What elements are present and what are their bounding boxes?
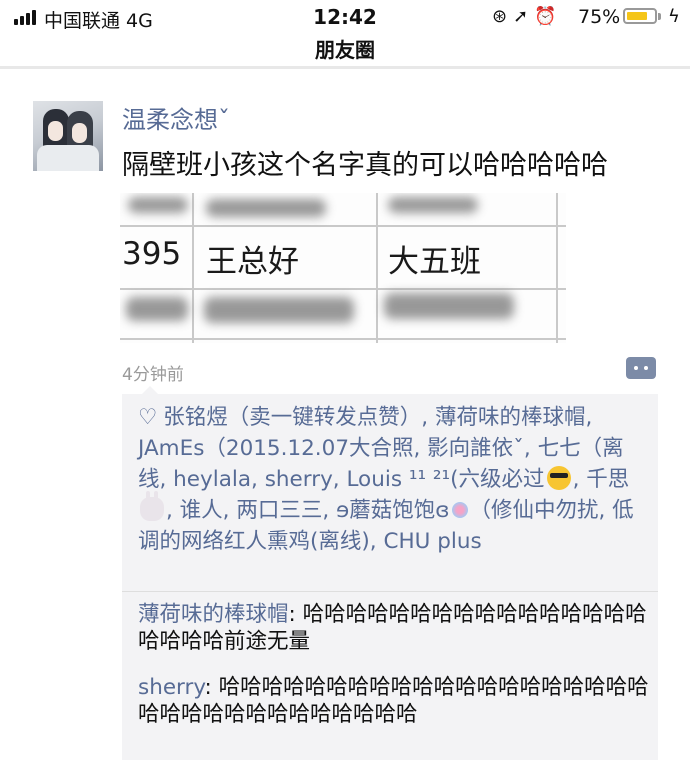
status-bar: 中国联通 4G 12:42 ⊛➚⏰ 75% ϟ [0, 0, 690, 36]
alarm-icon: ⏰ [534, 6, 563, 27]
comment-item[interactable]: 薄荷味的棒球帽: 哈哈哈哈哈哈哈哈哈哈哈哈哈哈哈哈哈哈哈哈前途无量 [138, 601, 650, 655]
battery-percent: 75% [578, 6, 621, 28]
nav-divider [0, 66, 690, 69]
location-icon: ➚ [513, 6, 535, 27]
likes-names-3[interactable]: , 谁人, 两口三三, ɘ蘑菇饱饱ɞ [166, 498, 450, 523]
sunglasses-emoji-icon [546, 466, 571, 490]
blurred-cell [206, 199, 326, 217]
comment-author[interactable]: 薄荷味的棒球帽 [138, 602, 289, 627]
sheet-cell-class: 大五班 [388, 244, 481, 280]
sheet-cell-number: 395 [122, 236, 182, 272]
charging-icon: ϟ [668, 6, 680, 27]
panel-pointer [142, 386, 158, 394]
battery-level [627, 12, 647, 20]
likes-comments-panel: ♡ 张铭煜（卖一键转发点赞）, 薄荷味的棒球帽, JAmEs（2015.12.07… [122, 394, 658, 760]
post-text: 隔壁班小孩这个名字真的可以哈哈哈哈哈 [122, 150, 608, 181]
likes-divider [122, 591, 658, 592]
blurred-cell [128, 197, 188, 213]
likes-list[interactable]: ♡ 张铭煜（卖一键转发点赞）, 薄荷味的棒球帽, JAmEs（2015.12.07… [138, 402, 650, 557]
status-icons: ⊛➚⏰ [492, 6, 563, 27]
blurred-cell [204, 297, 354, 323]
candy-emoji-icon [451, 502, 468, 518]
likes-names-2[interactable]: , 千思 [573, 467, 630, 492]
comment-menu-button[interactable] [626, 357, 656, 379]
sheet-cell-name: 王总好 [206, 244, 299, 280]
comment-item[interactable]: sherry: 哈哈哈哈哈哈哈哈哈哈哈哈哈哈哈哈哈哈哈哈哈哈哈哈哈哈哈哈哈哈哈哈… [138, 674, 650, 728]
post-image[interactable]: 395 王总好 大五班 [120, 193, 566, 343]
battery-icon [623, 8, 657, 24]
bunny-emoji-icon [140, 491, 164, 521]
comment-author[interactable]: sherry [138, 675, 205, 700]
blurred-cell [384, 293, 514, 319]
avatar[interactable] [33, 101, 103, 171]
post-timestamp: 4分钟前 [122, 365, 184, 385]
lock-rotation-icon: ⊛ [492, 6, 514, 27]
blurred-cell [126, 297, 188, 321]
heart-icon: ♡ [138, 405, 158, 430]
page-title: 朋友圈 [315, 38, 375, 62]
post-author[interactable]: 温柔念想ˇ [122, 100, 230, 135]
battery-tip [658, 13, 661, 20]
blurred-cell [388, 197, 478, 213]
